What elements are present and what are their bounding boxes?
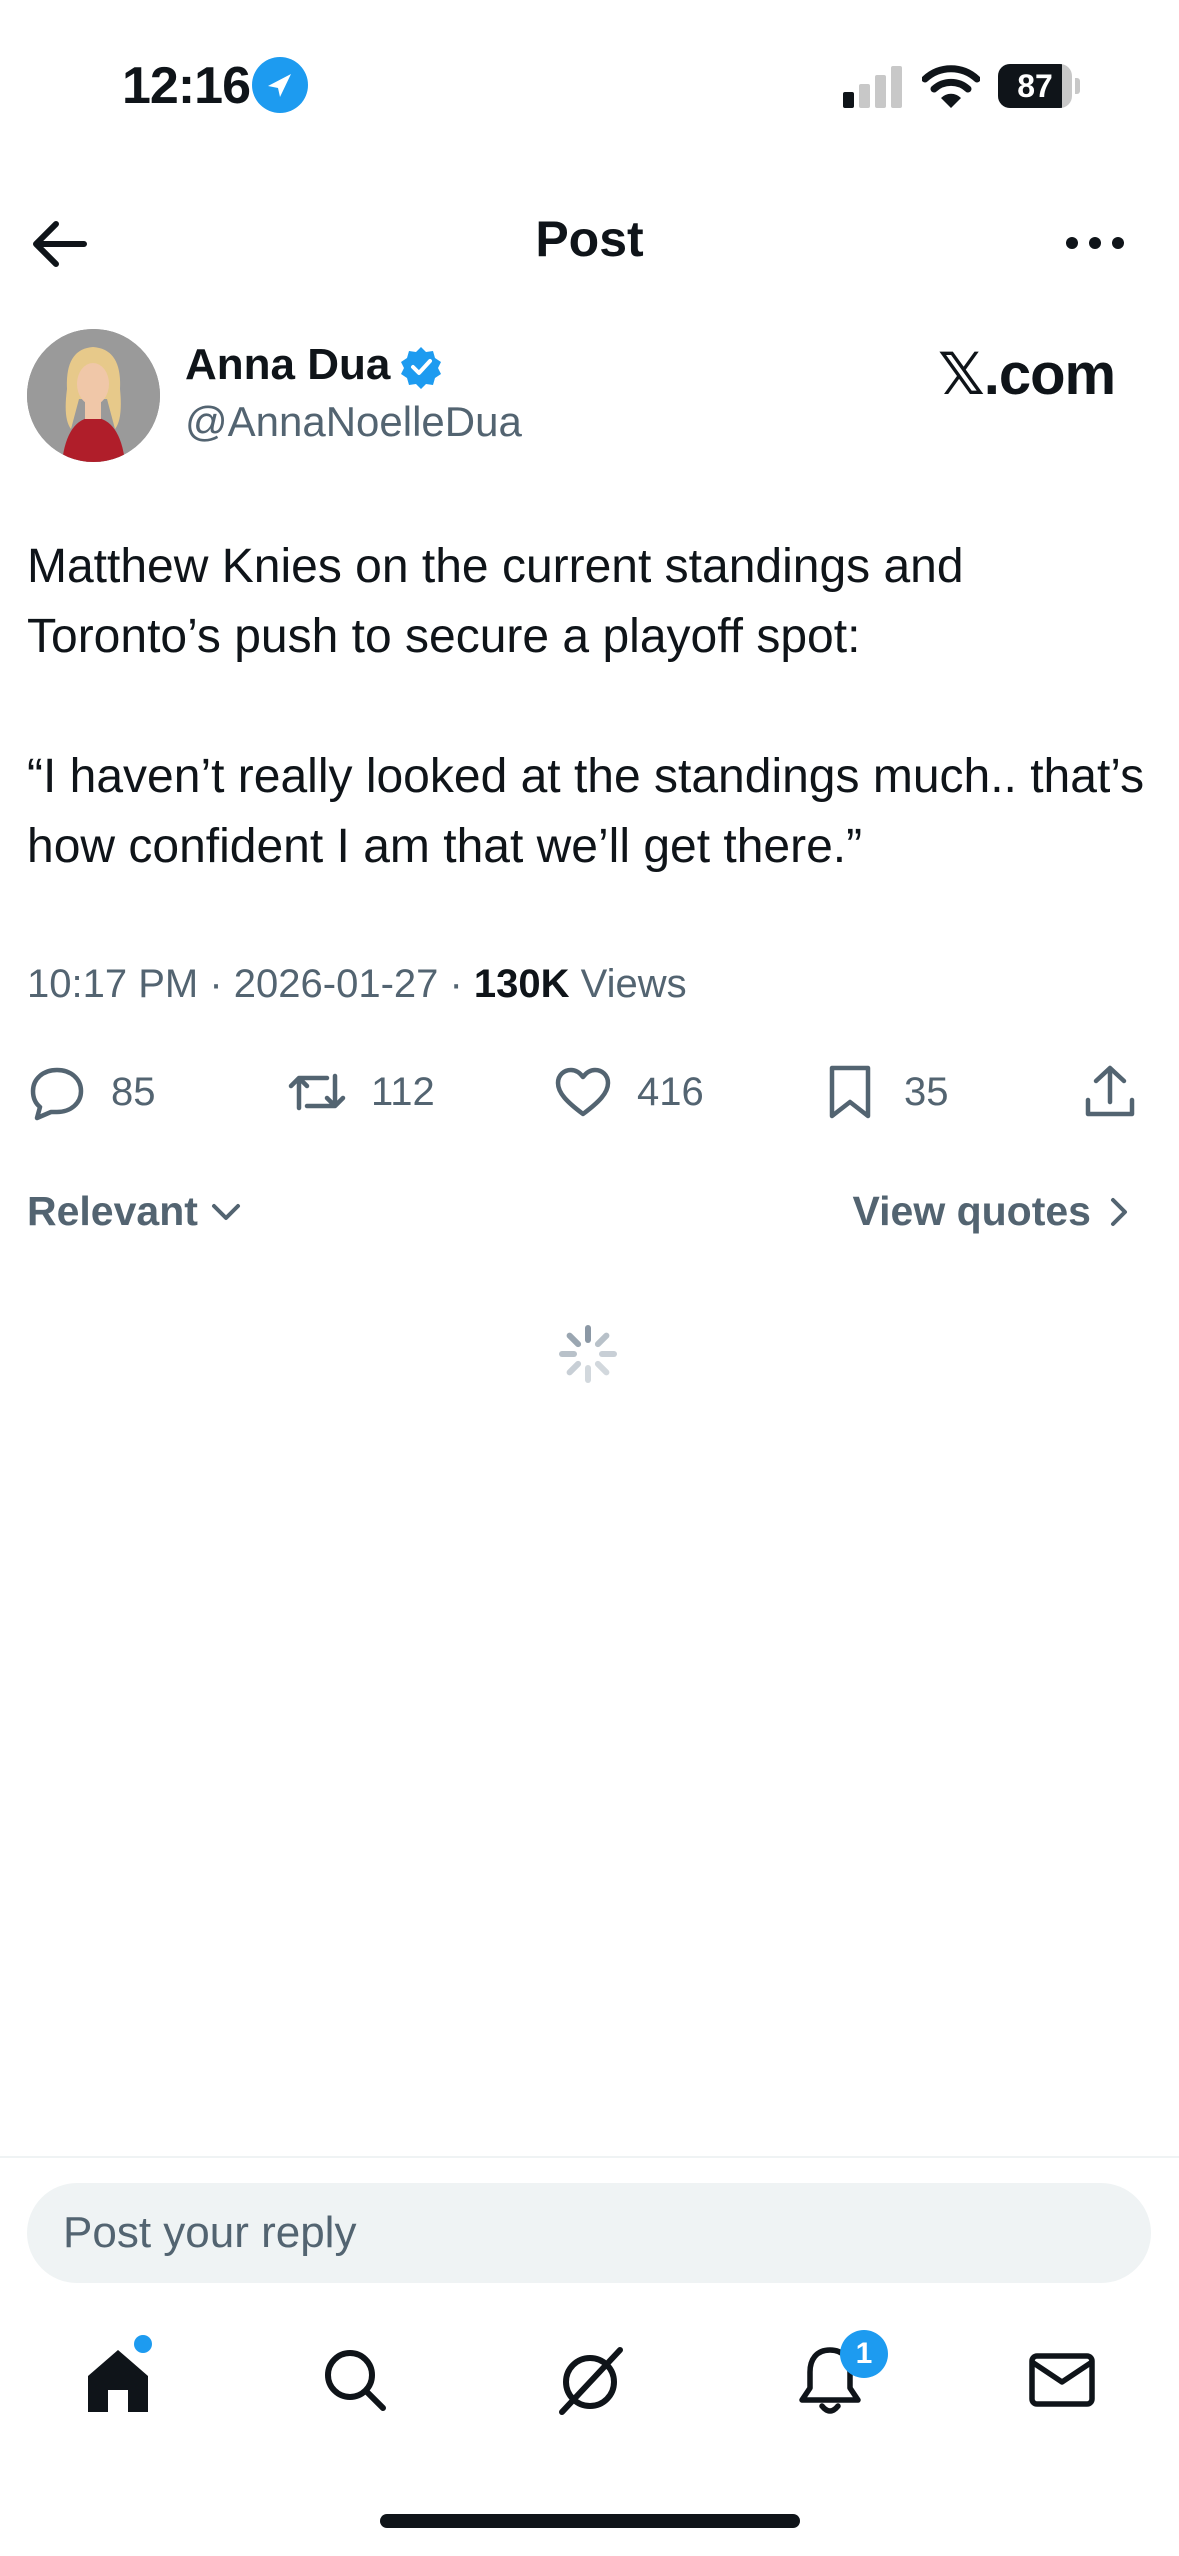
post-paragraph: Matthew Knies on the current standings a…: [27, 540, 964, 663]
mail-icon[interactable]: [1022, 2340, 1102, 2420]
chevron-right-icon: [1111, 1197, 1127, 1226]
bookmark-icon: [829, 1065, 871, 1119]
heart-icon: [555, 1067, 611, 1117]
more-horizontal-icon[interactable]: [1050, 218, 1140, 268]
battery-icon: 87: [998, 64, 1080, 108]
avatar[interactable]: [27, 329, 160, 462]
views-count: 130K: [473, 962, 570, 1006]
view-quotes-label: View quotes: [852, 1188, 1091, 1234]
reply-count: 85: [111, 1069, 156, 1114]
page-title: Post: [535, 211, 644, 267]
share-icon: [1085, 1065, 1135, 1117]
sort-dropdown[interactable]: Relevant: [27, 1188, 246, 1235]
view-quotes-link[interactable]: View quotes: [853, 1188, 1139, 1235]
home-indicator: [380, 2514, 800, 2528]
like-count: 416: [637, 1069, 704, 1114]
chevron-down-icon: [211, 1203, 240, 1220]
status-time: 12:16: [122, 57, 251, 115]
x-watermark: 𝕏.com: [938, 342, 1116, 407]
repost-icon: [288, 1073, 346, 1111]
bookmark-button[interactable]: 35: [820, 1060, 949, 1124]
post-date[interactable]: 2026-01-27: [234, 962, 439, 1006]
location-arrow-icon: [252, 57, 308, 113]
sort-label: Relevant: [27, 1188, 198, 1234]
like-button[interactable]: 416: [553, 1060, 704, 1124]
verified-badge-icon: [401, 347, 441, 389]
notification-badge: 1: [840, 2330, 888, 2378]
battery-percent: 87: [1017, 68, 1053, 104]
post-meta: 10:17 PM · 2026-01-27 · 130K Views: [27, 962, 687, 1007]
meta-separator: ·: [438, 962, 474, 1006]
loading-spinner-icon: [559, 1325, 617, 1383]
reply-input[interactable]: [27, 2183, 1151, 2283]
reply-icon: [30, 1067, 84, 1121]
share-button[interactable]: [1080, 1060, 1164, 1124]
post-time[interactable]: 10:17 PM: [27, 962, 198, 1006]
grok-icon[interactable]: [550, 2340, 630, 2420]
search-icon[interactable]: [315, 2340, 395, 2420]
cellular-signal-icon: [843, 66, 902, 108]
repost-button[interactable]: 112: [287, 1060, 435, 1124]
author-name[interactable]: Anna Dua: [185, 340, 390, 390]
home-unread-dot: [134, 2335, 152, 2353]
repost-count: 112: [371, 1069, 435, 1114]
reply-button[interactable]: 85: [27, 1060, 156, 1124]
bookmark-count: 35: [904, 1069, 949, 1114]
divider: [0, 2156, 1179, 2158]
author-handle[interactable]: @AnnaNoelleDua: [185, 398, 522, 446]
wifi-icon: [922, 65, 980, 108]
meta-separator: ·: [198, 962, 234, 1006]
post-text: Matthew Knies on the current standings a…: [27, 532, 1147, 882]
post-paragraph: “I haven’t really looked at the standing…: [27, 750, 1145, 873]
views-label: Views: [580, 962, 687, 1006]
